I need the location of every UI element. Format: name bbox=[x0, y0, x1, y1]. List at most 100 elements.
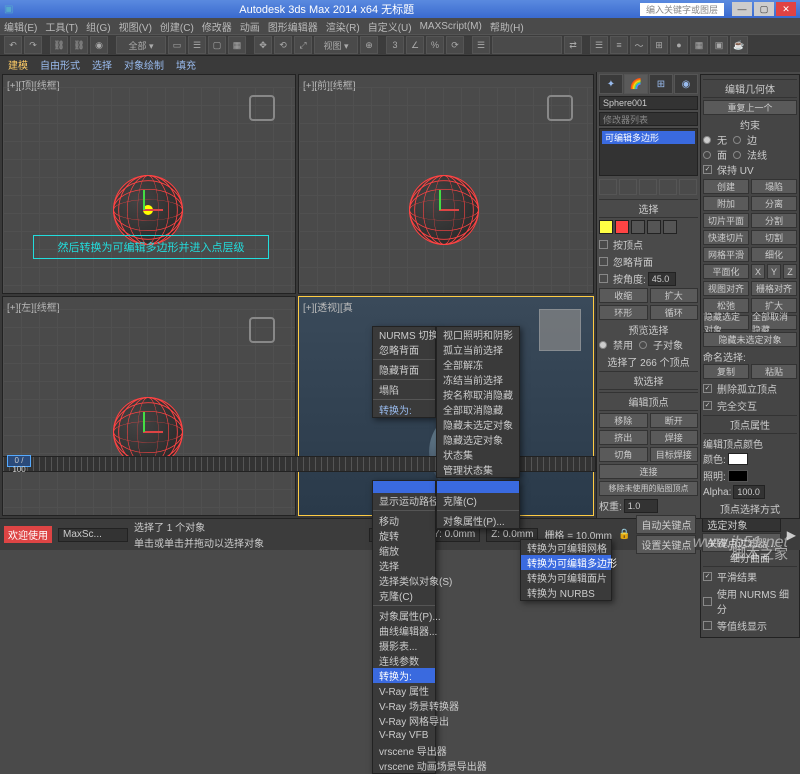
convert-poly[interactable]: 转换为可编辑多边形 bbox=[521, 555, 611, 570]
tess-button[interactable]: 细化 bbox=[751, 247, 797, 262]
lock-icon[interactable]: 🔒 bbox=[618, 529, 630, 540]
bind-button[interactable]: ◉ bbox=[90, 36, 108, 54]
msmooth-button[interactable]: 网格平滑 bbox=[703, 247, 749, 262]
ctx-item[interactable]: 显示运动路径 bbox=[373, 493, 435, 508]
ctx-item[interactable]: 全部解冻 bbox=[437, 357, 519, 372]
ignore-back-check[interactable] bbox=[599, 257, 608, 266]
viewport-top[interactable]: [+][顶][线框] 然后转换为可编辑多边形并进入点层级 bbox=[2, 74, 296, 294]
collapse-button[interactable]: 塌陷 bbox=[751, 179, 797, 194]
viewport-front[interactable]: [+][前][线框] bbox=[298, 74, 594, 294]
loop-button[interactable]: 循环 bbox=[650, 305, 699, 320]
rotate-button[interactable]: ⟲ bbox=[274, 36, 292, 54]
element-mode-button[interactable] bbox=[663, 220, 677, 234]
menu-animation[interactable]: 动画 bbox=[240, 19, 260, 34]
target-weld-button[interactable]: 目标焊接 bbox=[650, 447, 699, 462]
viewcube-icon[interactable] bbox=[249, 317, 275, 343]
ctx-vray[interactable]: V-Ray VFB bbox=[373, 728, 435, 743]
weight-field[interactable]: 1.0 bbox=[624, 499, 658, 513]
object-name-field[interactable]: Sphere001 bbox=[599, 96, 698, 110]
mirror-button[interactable]: ⇄ bbox=[564, 36, 582, 54]
paste-button[interactable]: 粘贴 bbox=[751, 364, 797, 379]
detach-button[interactable]: 分离 bbox=[751, 196, 797, 211]
pivot-button[interactable]: ⊕ bbox=[360, 36, 378, 54]
rollout-vert-props[interactable]: 顶点属性 bbox=[703, 415, 797, 434]
ctx-scale[interactable]: 缩放 bbox=[373, 543, 435, 558]
ctx-rotate[interactable]: 旋转 bbox=[373, 528, 435, 543]
curve-editor-button[interactable]: 〜 bbox=[630, 36, 648, 54]
scale-button[interactable]: ⤢ bbox=[294, 36, 312, 54]
ctx-vray[interactable]: vrscene 导出器 bbox=[373, 743, 435, 758]
configure-button[interactable] bbox=[679, 179, 697, 195]
shrink-button[interactable]: 收缩 bbox=[599, 288, 648, 303]
ctx-collapse[interactable]: 塌陷 bbox=[373, 382, 435, 397]
align-button[interactable]: ☰ bbox=[590, 36, 608, 54]
border-mode-button[interactable] bbox=[631, 220, 645, 234]
menu-tools[interactable]: 工具(T) bbox=[45, 19, 78, 34]
move-button[interactable]: ✥ bbox=[254, 36, 272, 54]
key-target[interactable]: 选定对象 bbox=[702, 518, 780, 532]
time-slider[interactable]: 0 / 100 bbox=[7, 455, 31, 467]
repeat-button[interactable]: 重复上一个 bbox=[703, 100, 797, 115]
select-filter[interactable]: 全部 ▾ bbox=[116, 36, 166, 54]
spinner-snap-button[interactable]: ⟳ bbox=[446, 36, 464, 54]
planarize-button[interactable]: 平面化 bbox=[703, 264, 749, 279]
tab-hierarchy-icon[interactable]: ⊞ bbox=[649, 74, 673, 94]
preserve-uv-check[interactable] bbox=[703, 165, 712, 174]
gizmo-icon[interactable] bbox=[133, 195, 163, 225]
ctx-item[interactable]: 状态集 bbox=[437, 447, 519, 462]
rollout-softsel[interactable]: 软选择 bbox=[599, 371, 698, 390]
menu-render[interactable]: 渲染(R) bbox=[326, 19, 360, 34]
undo-button[interactable]: ↶ bbox=[4, 36, 22, 54]
color-swatch[interactable] bbox=[728, 453, 748, 465]
ctx-item[interactable]: 隐藏选定对象 bbox=[437, 432, 519, 447]
split-button[interactable]: 分割 bbox=[751, 213, 797, 228]
chamfer-button[interactable]: 切角 bbox=[599, 447, 648, 462]
ctx-convert-to-hover[interactable]: 转换为: bbox=[373, 668, 435, 683]
menu-maxscript[interactable]: MAXScript(M) bbox=[420, 21, 482, 32]
viewport-left[interactable]: [+][左][线框] bbox=[2, 296, 296, 516]
ctx-move[interactable]: 移动 bbox=[373, 513, 435, 528]
maximize-button[interactable]: ▢ bbox=[754, 2, 774, 16]
ctx-vray[interactable]: vrscene 动画场景导出器 bbox=[373, 758, 435, 773]
rollout-edit-verts[interactable]: 编辑顶点 bbox=[599, 392, 698, 411]
weld-button[interactable]: 焊接 bbox=[650, 430, 699, 445]
break-button[interactable]: 断开 bbox=[650, 413, 699, 428]
create-button[interactable]: 创建 bbox=[703, 179, 749, 194]
ctx-item[interactable]: 对象属性(P)... bbox=[437, 513, 519, 528]
tab-create-icon[interactable]: ✦ bbox=[599, 74, 623, 94]
attach-button[interactable]: 附加 bbox=[703, 196, 749, 211]
viewcube-icon[interactable] bbox=[547, 95, 573, 121]
ctx-props[interactable]: 对象属性(P)... bbox=[373, 608, 435, 623]
render-button[interactable]: ☕ bbox=[730, 36, 748, 54]
vertex-mode-button[interactable] bbox=[599, 220, 613, 234]
ctx-item[interactable]: 克隆(C) bbox=[437, 493, 519, 508]
ctx-ignore-back[interactable]: 忽略背面 bbox=[373, 342, 435, 357]
gridalign-button[interactable]: 栅格对齐 bbox=[751, 281, 797, 296]
slice-plane-button[interactable]: 切片平面 bbox=[703, 213, 749, 228]
unique-button[interactable] bbox=[639, 179, 657, 195]
ctx-item[interactable]: 隐藏未选定对象 bbox=[437, 417, 519, 432]
tab-paint[interactable]: 对象绘制 bbox=[124, 57, 164, 72]
copy-button[interactable]: 复制 bbox=[703, 364, 749, 379]
menu-group[interactable]: 组(G) bbox=[86, 19, 110, 34]
percent-snap-button[interactable]: % bbox=[426, 36, 444, 54]
select-button[interactable]: ▭ bbox=[168, 36, 186, 54]
tab-populate[interactable]: 填充 bbox=[176, 57, 196, 72]
alpha-field[interactable]: 100.0 bbox=[733, 485, 765, 499]
setkey-button[interactable]: 设置关键点 bbox=[636, 535, 696, 554]
material-button[interactable]: ● bbox=[670, 36, 688, 54]
link-button[interactable]: ⛓ bbox=[50, 36, 68, 54]
ctx-item[interactable]: 视口照明和阴影 bbox=[437, 327, 519, 342]
ctx-clone[interactable]: 克隆(C) bbox=[373, 588, 435, 603]
tab-modify-icon[interactable]: 🌈 bbox=[624, 74, 648, 94]
illum-swatch[interactable] bbox=[728, 470, 748, 482]
close-button[interactable]: ✕ bbox=[776, 2, 796, 16]
named-sel-button[interactable]: ☰ bbox=[472, 36, 490, 54]
ctx-similar[interactable]: 选择类似对象(S) bbox=[373, 573, 435, 588]
ctx-item[interactable]: 孤立当前选择 bbox=[437, 342, 519, 357]
select-name-button[interactable]: ☰ bbox=[188, 36, 206, 54]
ctx-item[interactable]: 冻结当前选择 bbox=[437, 372, 519, 387]
poly-mode-button[interactable] bbox=[647, 220, 661, 234]
unhide-button[interactable]: 全部取消隐藏 bbox=[751, 315, 797, 330]
remove-button[interactable]: 移除 bbox=[599, 413, 648, 428]
